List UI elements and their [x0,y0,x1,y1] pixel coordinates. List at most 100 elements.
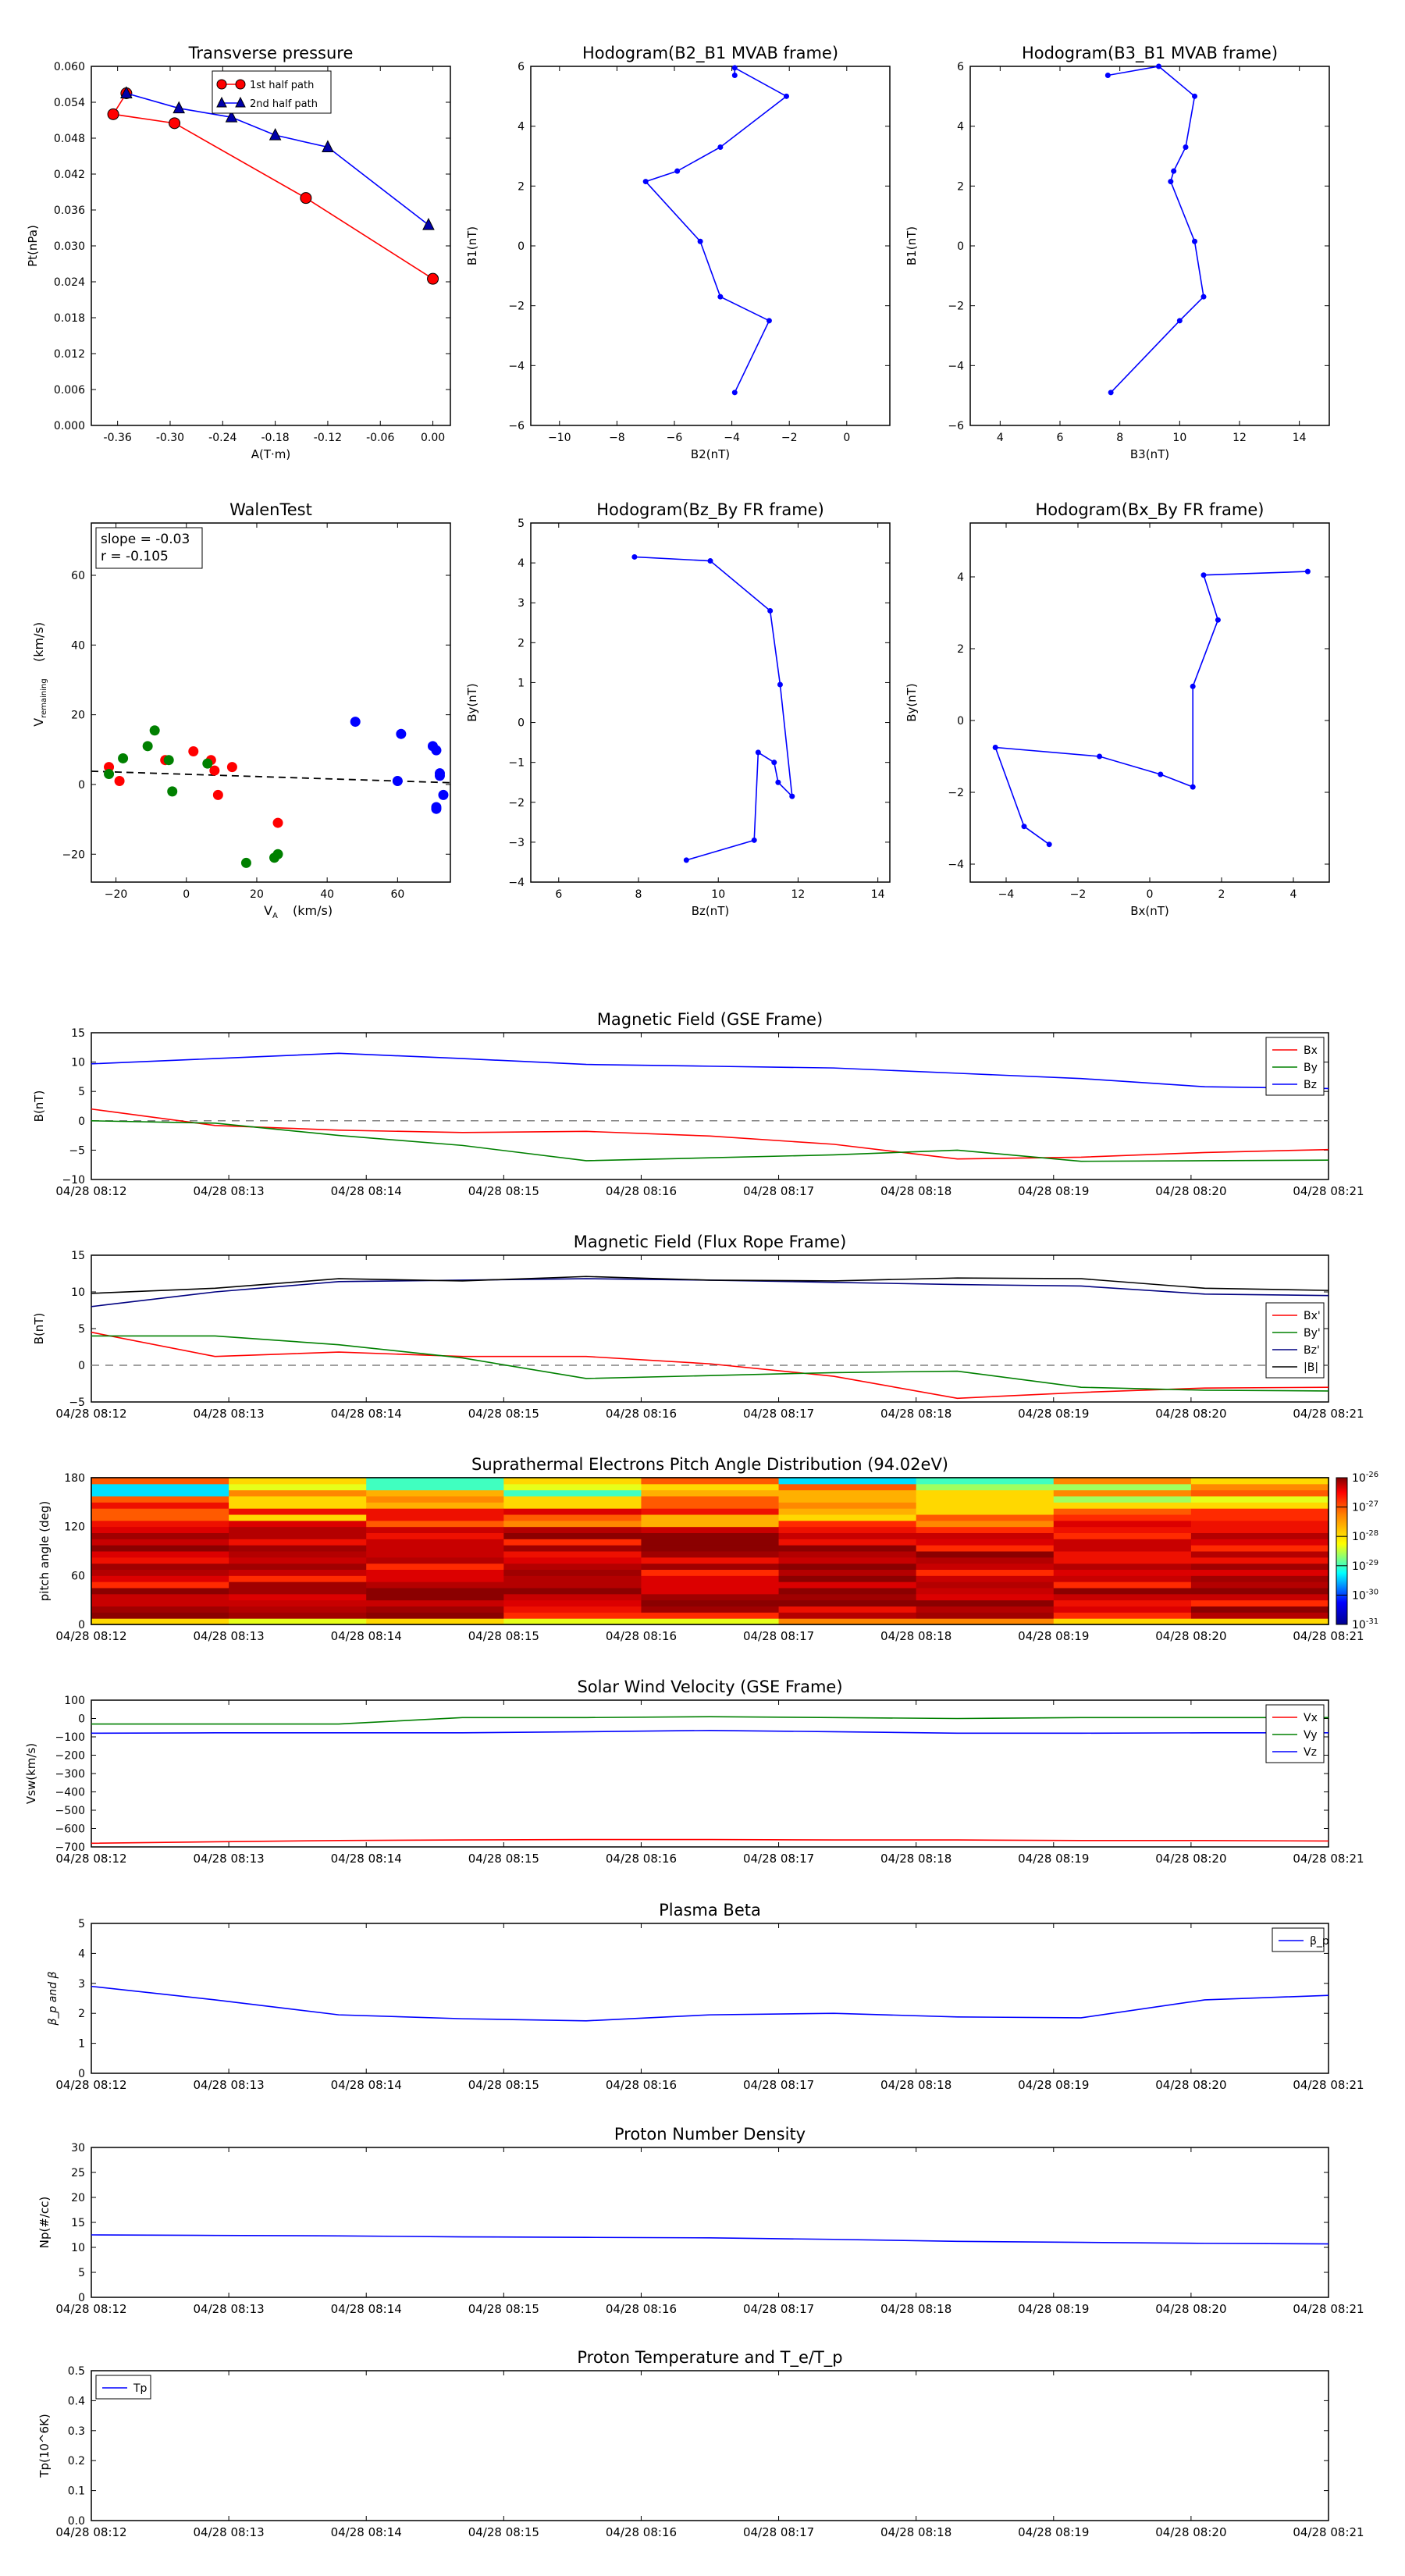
y-axis-label: B(nT) [32,1313,46,1345]
data-point [731,390,738,396]
heatmap-cell [1053,1539,1192,1546]
data-point [226,762,237,773]
heatmap-cell [1190,1526,1329,1533]
time-tick-label: 04/28 08:16 [606,1629,677,1643]
heatmap-cell [1053,1606,1192,1613]
x-tick-label: -0.36 [104,432,132,444]
x-tick-label: 20 [250,888,264,901]
y-tick-label: 15 [71,1027,85,1040]
heatmap-cell [916,1539,1055,1546]
time-tick-label: 04/28 08:16 [606,2525,677,2539]
heatmap-cell [916,1599,1055,1606]
heatmap-cell [1053,1575,1192,1582]
heatmap-cell [503,1575,642,1582]
heatmap-cell [778,1582,917,1589]
heatmap-cell [1190,1563,1329,1570]
heatmap-cell [91,1514,229,1521]
heatmap-cell [1190,1496,1329,1503]
heatmap-cell [641,1582,780,1589]
y-tick-label: 0.006 [54,384,85,397]
heatmap-cell [641,1526,780,1533]
x-tick-label: 4 [997,432,1004,444]
heatmap-cell [503,1532,642,1539]
heatmap-cell [916,1557,1055,1564]
heatmap-cell [503,1539,642,1546]
x-tick-label: -0.18 [261,432,289,444]
data-point [1158,771,1164,777]
heatmap-cell [229,1508,367,1515]
heatmap-cell [503,1582,642,1589]
heatmap-cell [641,1606,780,1613]
heatmap-cell [641,1557,780,1564]
data-point [631,553,638,560]
time-tick-label: 04/28 08:21 [1293,2302,1364,2316]
heatmap-cell [366,1588,504,1595]
time-tick-label: 04/28 08:12 [55,2078,126,2092]
data-point [1104,73,1111,78]
y-tick-label: 0.030 [54,240,85,253]
x-tick-label: 0 [1147,888,1154,901]
legend-label: 2nd half path [250,98,318,110]
x-tick-label: 8 [1116,432,1123,444]
heatmap-cell [91,1569,229,1576]
y-tick-label: 0 [78,1360,85,1372]
time-tick-label: 04/28 08:15 [468,1184,539,1198]
time-tick-label: 04/28 08:12 [55,1629,126,1643]
y-tick-label: 2 [518,637,525,649]
heatmap-cell [778,1496,917,1503]
data-point [992,745,998,750]
time-tick-label: 04/28 08:15 [468,2302,539,2316]
heatmap-cell [229,1569,367,1576]
heatmap-cell [916,1551,1055,1558]
heatmap-cell [366,1606,504,1613]
time-tick-label: 04/28 08:16 [606,1407,677,1421]
heatmap-cell [1053,1612,1192,1619]
heatmap-cell [1053,1545,1192,1552]
plot-frame [91,66,451,426]
data-point [434,770,445,781]
heatmap-cell [916,1593,1055,1601]
chart-title: Proton Temperature and T_e/T_p [577,2348,842,2368]
heatmap-cell [229,1606,367,1613]
heatmap-cell [229,1593,367,1601]
time-tick-label: 04/28 08:14 [331,2078,402,2092]
heatmap-cell [91,1599,229,1606]
heatmap-cell [778,1545,917,1552]
heatmap-cell [366,1520,504,1528]
y-axis-label: Vsw(km/s) [24,1743,38,1804]
colorbar-label: 10-28 [1352,1529,1378,1543]
heatmap-cell [503,1563,642,1570]
heatmap-cell [1190,1575,1329,1582]
y-tick-label: −2 [508,797,525,809]
y-tick-label: 1 [518,677,525,689]
data-point [771,760,777,766]
heatmap-cell [91,1582,229,1589]
plot-frame [91,522,451,883]
x-tick-label: −8 [609,432,625,444]
y-tick-label: −200 [55,1750,85,1763]
data-point [717,294,724,300]
heatmap-cell [641,1508,780,1515]
heatmap-cell [778,1575,917,1582]
legend-label: Bz' [1304,1344,1320,1357]
heatmap-cell [916,1612,1055,1619]
data-point [269,128,282,141]
heatmap-cell [778,1520,917,1528]
x-tick-label: 6 [555,888,562,901]
heatmap-cell [503,1496,642,1503]
data-point [240,857,251,868]
heatmap-cell [641,1489,780,1496]
colorbar-label: 10-29 [1352,1559,1378,1573]
chart-walen-test: −20 0 20 40 60−200204060WalenTestVA (km/s)Vre… [31,500,451,920]
y-axis-label: Tp(10^6K) [37,2414,52,2478]
data-point [1190,784,1196,790]
heatmap-cell [91,1496,229,1503]
data-point [142,741,153,752]
legend-label: 1st half path [250,80,314,91]
y-tick-label: 0 [518,717,525,730]
data-point [169,117,181,130]
heatmap-cell [778,1514,917,1521]
heatmap-cell [91,1612,229,1619]
time-tick-label: 04/28 08:13 [193,2525,264,2539]
colorbar-label: 10-27 [1352,1500,1378,1514]
